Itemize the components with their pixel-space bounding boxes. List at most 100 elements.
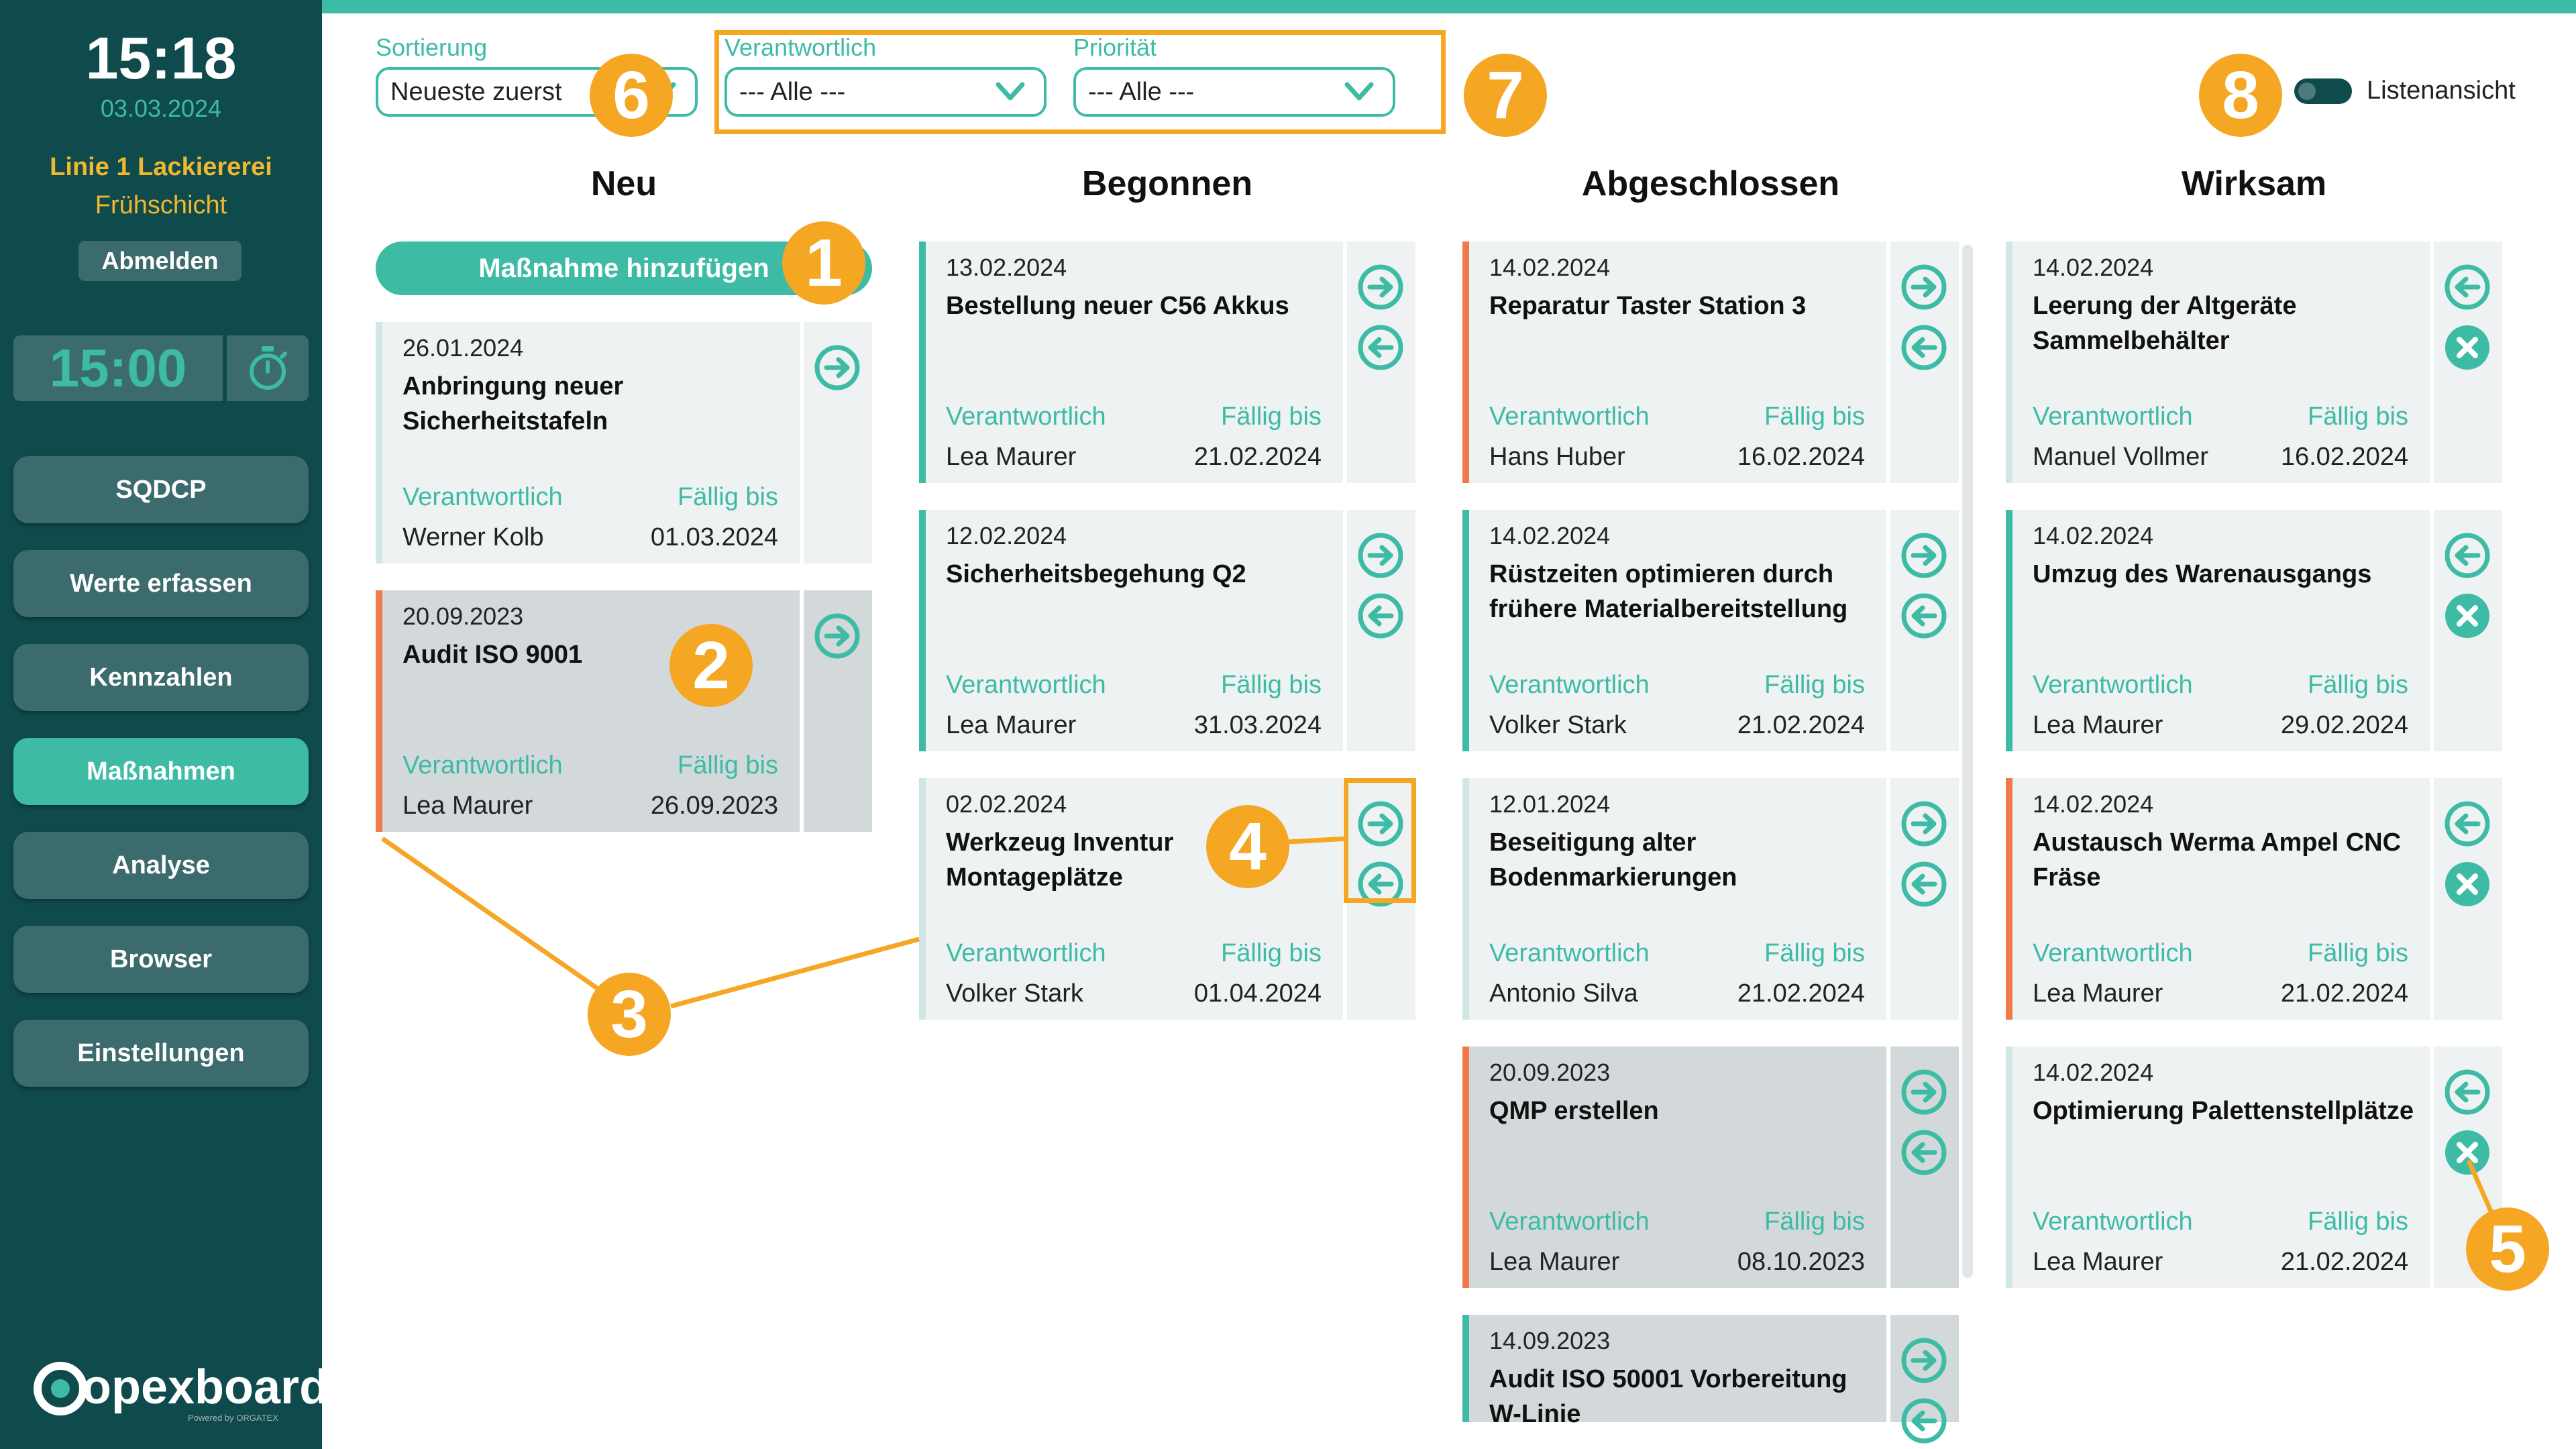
action-card[interactable]: 14.02.2024 Leerung der Altgeräte Sammelbe… — [2006, 241, 2502, 483]
card-due-date: 01.03.2024 — [650, 523, 778, 551]
owner-label: Verantwortlich — [946, 402, 1106, 431]
action-card[interactable]: 14.02.2024 Austausch Werma Ampel CNC Fräs… — [2006, 778, 2502, 1020]
sort-value: Neueste zuerst — [390, 77, 562, 106]
current-date: 03.03.2024 — [100, 95, 222, 122]
opexboard-logo: opexboard Powered by ORGATEX — [34, 1362, 329, 1423]
card-owner: Lea Maurer — [2033, 1248, 2163, 1276]
card-date: 20.09.2023 — [402, 602, 524, 630]
action-card[interactable]: 13.02.2024 Bestellung neuer C56 Akkus Vera… — [919, 241, 1415, 483]
logout-button[interactable]: Abmelden — [78, 241, 241, 281]
owner-label: Verantwortlich — [402, 483, 563, 511]
priority-bar — [2006, 1046, 2012, 1288]
card-date: 14.02.2024 — [1489, 522, 1611, 549]
nav-kennzahlen[interactable]: Kennzahlen — [13, 644, 309, 711]
list-view-toggle[interactable] — [2294, 78, 2352, 104]
action-card[interactable]: 26.01.2024 Anbringung neuer Sicherheitsta… — [376, 322, 872, 564]
card-title: Reparatur Taster Station 3 — [1489, 292, 1807, 320]
nav-massnahmen[interactable]: Maßnahmen — [13, 738, 309, 805]
card-date: 13.02.2024 — [946, 254, 1067, 281]
priority-bar — [376, 322, 382, 564]
callout-3: 3 — [588, 973, 671, 1056]
column-scrollbar[interactable] — [1962, 245, 1973, 1278]
column-header-done: Abgeschlossen — [1581, 164, 1840, 203]
stopwatch-icon[interactable] — [227, 335, 309, 401]
action-card[interactable]: 14.09.2023 Audit ISO 50001 Vorbereitung W… — [1462, 1315, 1959, 1444]
owner-filter-select[interactable]: --- Alle --- — [724, 67, 1046, 117]
move-left-button[interactable] — [2443, 531, 2491, 580]
move-left-button[interactable] — [2443, 1068, 2491, 1116]
card-date: 14.02.2024 — [1489, 254, 1611, 281]
move-left-button[interactable] — [1356, 323, 1405, 372]
nav-sqdcp[interactable]: SQDCP — [13, 456, 309, 523]
close-icon[interactable] — [2443, 860, 2491, 908]
card-title: Optimierung Palettenstellplätze — [2033, 1097, 2414, 1125]
move-right-button[interactable] — [1900, 800, 1948, 848]
move-left-button[interactable] — [1900, 323, 1948, 372]
card-owner: Hans Huber — [1489, 443, 1625, 471]
nav-einstellungen[interactable]: Einstellungen — [13, 1020, 309, 1087]
move-right-button[interactable] — [1900, 263, 1948, 311]
action-card[interactable]: 20.09.2023 QMP erstellen Verantwortlich Fäl… — [1462, 1046, 1959, 1288]
move-right-button[interactable] — [813, 343, 861, 392]
callout-8: 8 — [2199, 54, 2282, 137]
card-due-date: 08.10.2023 — [1737, 1248, 1865, 1276]
move-left-button[interactable] — [1900, 860, 1948, 908]
action-card[interactable]: 02.02.2024 Werkzeug Inventur Montageplätz… — [919, 778, 1415, 1020]
card-owner: Antonio Silva — [1489, 979, 1638, 1008]
nav-browser[interactable]: Browser — [13, 926, 309, 993]
move-left-button[interactable] — [2443, 800, 2491, 848]
nav-werte-erfassen[interactable]: Werte erfassen — [13, 550, 309, 617]
clock: 15:18 — [85, 25, 237, 91]
priority-bar — [919, 241, 926, 483]
card-divider — [2430, 241, 2434, 483]
card-title: Rüstzeiten optimieren durch frühere Mate… — [1489, 560, 1848, 623]
move-right-button[interactable] — [1900, 1068, 1948, 1116]
logo-subtitle: Powered by ORGATEX — [188, 1413, 278, 1423]
callout-4: 4 — [1206, 805, 1289, 888]
priority-bar — [2006, 241, 2012, 483]
card-date: 26.01.2024 — [402, 334, 524, 362]
priority-filter-select[interactable]: --- Alle --- — [1073, 67, 1395, 117]
card-owner: Werner Kolb — [402, 523, 544, 551]
sort-label: Sortierung — [376, 34, 488, 61]
move-right-button[interactable] — [813, 612, 861, 660]
priority-bar — [919, 778, 926, 1020]
card-date: 02.02.2024 — [946, 790, 1067, 818]
move-right-button[interactable] — [1900, 1336, 1948, 1385]
close-icon[interactable] — [2443, 1128, 2491, 1177]
action-card[interactable]: 14.02.2024 Rüstzeiten optimieren durch fr… — [1462, 510, 1959, 751]
move-left-button[interactable] — [1900, 1128, 1948, 1177]
card-date: 20.09.2023 — [1489, 1059, 1611, 1086]
card-divider — [800, 322, 804, 564]
card-due-date: 21.02.2024 — [2280, 1248, 2408, 1276]
card-title: Austausch Werma Ampel CNC Fräse — [2033, 828, 2402, 892]
close-icon[interactable] — [2443, 592, 2491, 640]
owner-label: Verantwortlich — [2033, 939, 2193, 967]
move-left-button[interactable] — [1900, 592, 1948, 640]
card-owner: Lea Maurer — [2033, 979, 2163, 1008]
move-right-button[interactable] — [1356, 263, 1405, 311]
action-card[interactable]: 14.02.2024 Umzug des Warenausgangs Verantw… — [2006, 510, 2502, 751]
move-left-button[interactable] — [1900, 1397, 1948, 1445]
action-card[interactable]: 14.02.2024 Optimierung Palettenstellplätz… — [2006, 1046, 2502, 1288]
card-date: 14.02.2024 — [2033, 522, 2154, 549]
close-icon[interactable] — [2443, 323, 2491, 372]
move-left-button[interactable] — [1356, 592, 1405, 640]
move-right-button[interactable] — [1900, 531, 1948, 580]
card-date: 14.02.2024 — [2033, 790, 2154, 818]
card-due-date: 21.02.2024 — [1737, 979, 1865, 1008]
nav-analyse[interactable]: Analyse — [13, 832, 309, 899]
move-right-button[interactable] — [1356, 531, 1405, 580]
action-card[interactable]: 12.01.2024 Beseitigung alter Bodenmarkier… — [1462, 778, 1959, 1020]
action-card[interactable]: 12.02.2024 Sicherheitsbegehung Q2 Verantwo… — [919, 510, 1415, 751]
timer: 15:00 — [13, 335, 309, 401]
column-header-new: Neu — [590, 164, 657, 203]
card-divider — [800, 590, 804, 832]
card-divider — [1886, 1046, 1890, 1288]
action-card[interactable]: 14.02.2024 Reparatur Taster Station 3 Vera… — [1462, 241, 1959, 483]
card-due-date: 29.02.2024 — [2280, 711, 2408, 739]
move-left-button[interactable] — [2443, 263, 2491, 311]
action-card[interactable]: 20.09.2023 Audit ISO 9001 Verantwortlich Fä… — [376, 590, 872, 832]
card-due-date: 21.02.2024 — [1737, 711, 1865, 739]
due-label: Fällig bis — [1221, 939, 1322, 967]
